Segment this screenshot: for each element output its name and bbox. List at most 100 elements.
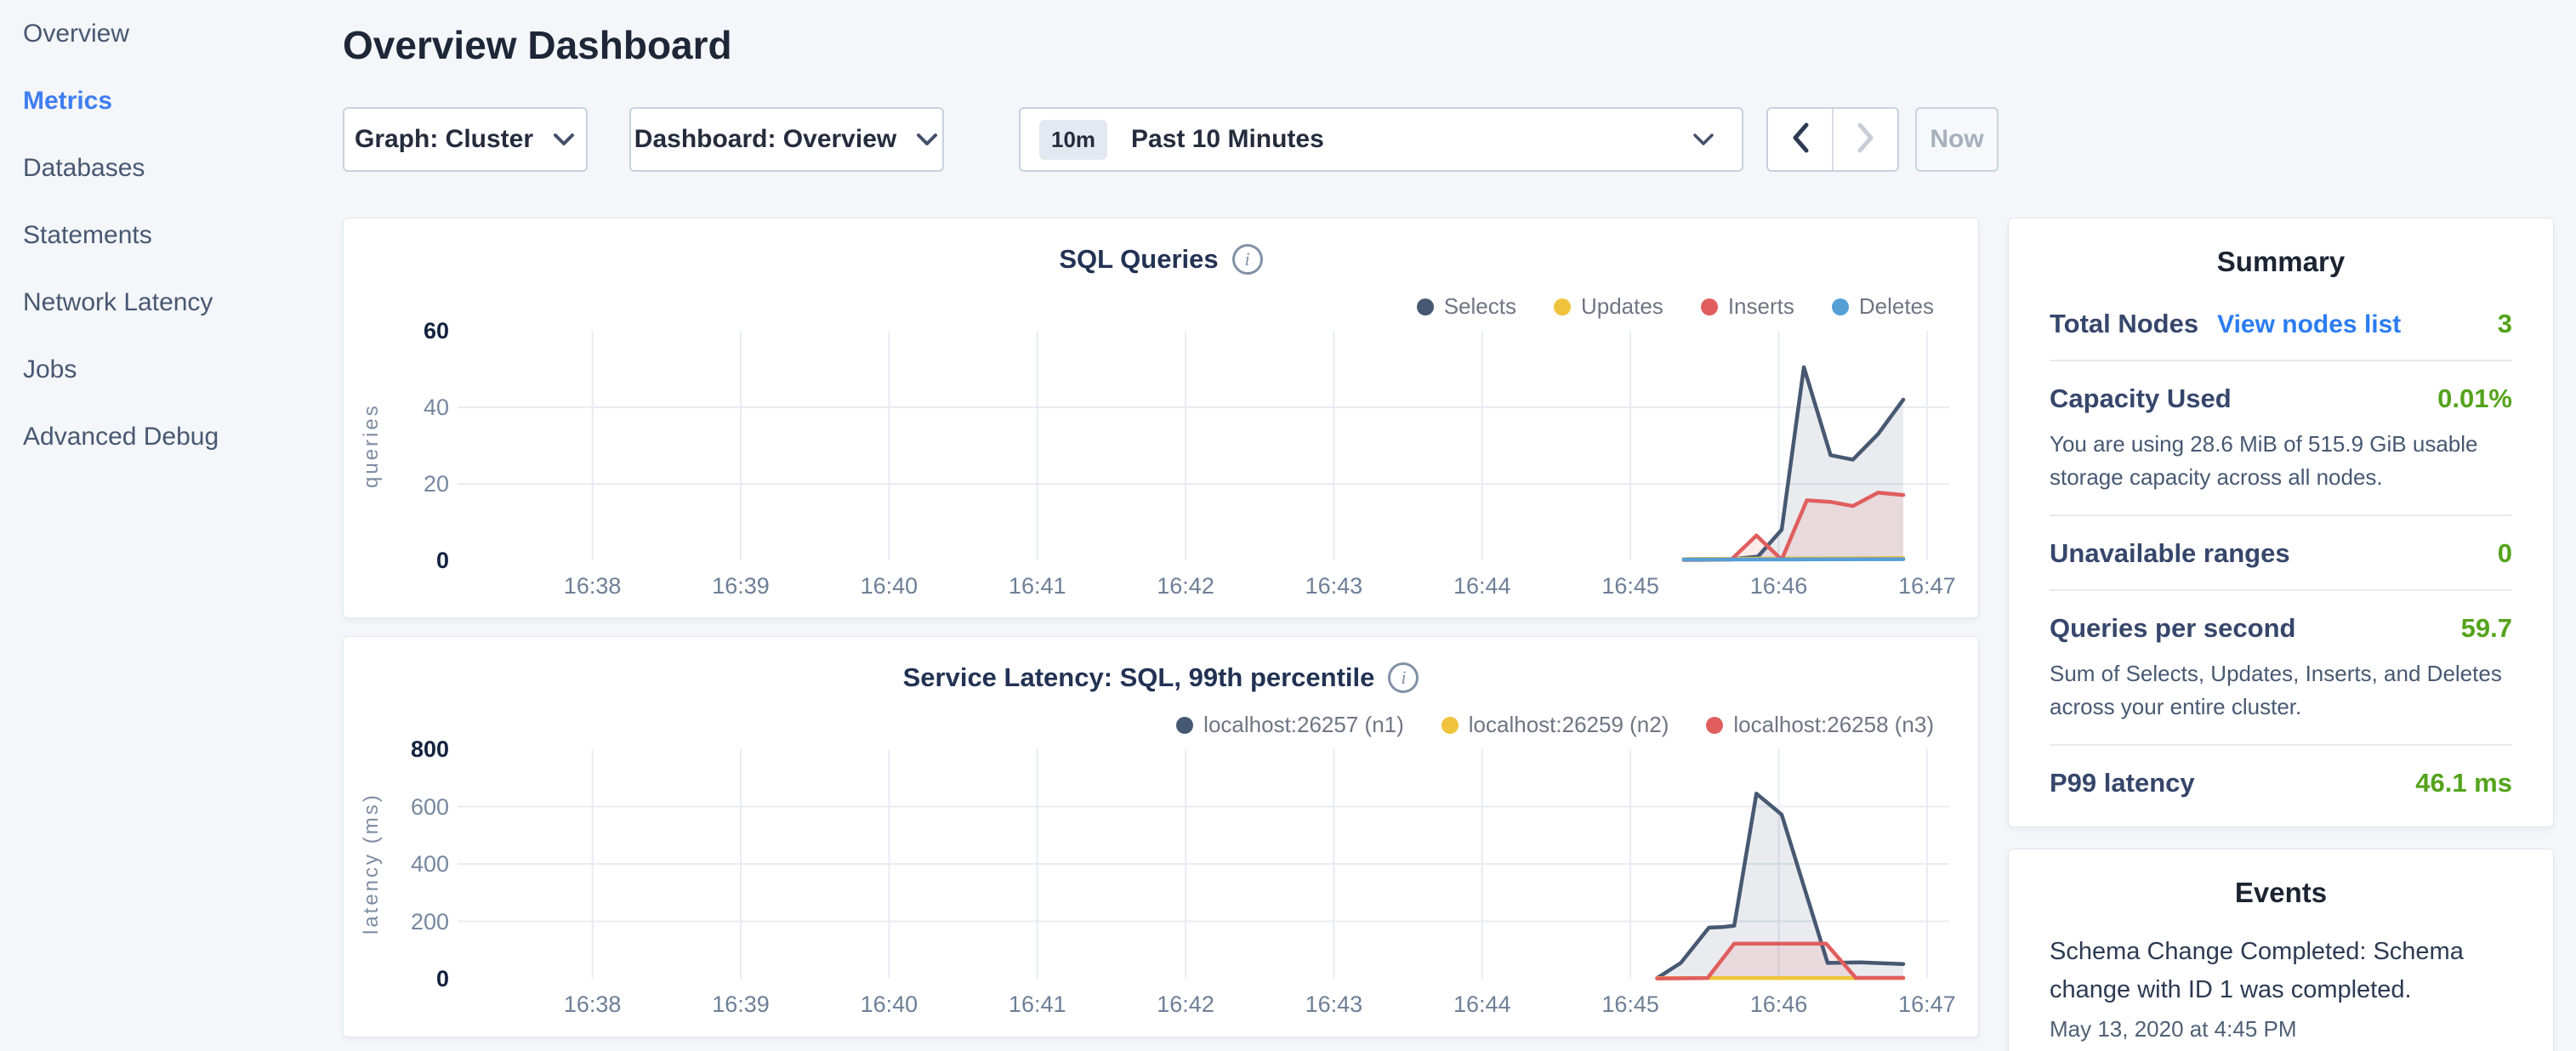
summary-row-value: 59.7 [2461,613,2512,644]
x-tick-label: 16:47 [1872,991,1982,1018]
legend-label: Updates [1581,293,1663,320]
summary-row-label: Total Nodes [2050,309,2198,339]
x-tick-label: 16:42 [1130,991,1241,1018]
now-button[interactable]: Now [1915,107,1999,172]
legend-item[interactable]: localhost:26258 (n3) [1706,712,1934,738]
summary-row: Unavailable ranges 0 [2050,516,2512,591]
legend-dot-icon [1701,298,1718,315]
y-tick-label: 60 [381,317,449,344]
x-tick-label: 16:39 [685,991,796,1018]
chart-legend: Selects Updates Inserts Deletes [1417,293,1934,320]
x-tick-label: 16:44 [1427,991,1538,1018]
y-tick-label: 400 [381,850,449,878]
prev-time-button[interactable] [1768,109,1832,170]
chevron-down-icon [552,132,576,147]
x-tick-label: 16:45 [1575,572,1686,599]
sidebar-item-advanced-debug[interactable]: Advanced Debug [0,403,323,470]
x-tick-label: 16:44 [1427,572,1538,599]
service-latency-plot[interactable] [458,749,1949,979]
info-icon[interactable]: i [1232,244,1263,275]
y-tick-label: 20 [381,470,449,497]
events-title: Events [2009,849,2553,909]
x-tick-label: 16:39 [685,572,796,599]
summary-row-label: Unavailable ranges [2050,538,2290,569]
service-latency-card: Service Latency: SQL, 99th percentile i … [343,636,1979,1037]
x-tick-label: 16:40 [833,572,944,599]
legend-item[interactable]: Updates [1554,293,1663,320]
x-tick-label: 16:47 [1872,572,1982,599]
x-tick-label: 16:43 [1278,572,1389,599]
next-time-button[interactable] [1832,109,1897,170]
sidebar-item-databases[interactable]: Databases [0,134,323,202]
view-nodes-list-link[interactable]: View nodes list [2217,310,2401,339]
y-axis-label: queries [357,331,386,560]
legend-item[interactable]: Inserts [1701,293,1794,320]
legend-label: localhost:26259 (n2) [1469,712,1669,738]
chevron-down-icon [1691,131,1716,148]
y-tick-label: 600 [381,793,449,821]
summary-row: Capacity Used 0.01% You are using 28.6 MiB… [2050,361,2512,516]
graph-scope-dropdown[interactable]: Graph: Cluster [343,107,588,172]
sidebar-item-metrics[interactable]: Metrics [0,67,323,134]
summary-row-label: Queries per second [2050,613,2295,644]
legend-label: localhost:26258 (n3) [1733,712,1934,738]
event-item: Schema Change Completed: Schema change w… [2050,933,2512,1042]
chevron-down-icon [915,132,939,147]
legend-dot-icon [1176,717,1193,734]
sidebar-item-jobs[interactable]: Jobs [0,336,323,403]
legend-item[interactable]: localhost:26257 (n1) [1176,712,1404,738]
summary-row-description: You are using 28.6 MiB of 515.9 GiB usab… [2050,428,2512,494]
summary-row: P99 latency46.1 ms [2050,746,2512,819]
x-tick-label: 16:45 [1575,991,1686,1018]
y-tick-label: 40 [381,394,449,421]
y-tick-label: 0 [381,965,449,992]
summary-row-label: Capacity Used [2050,383,2232,414]
legend-item[interactable]: Deletes [1832,293,1934,320]
legend-item[interactable]: localhost:26259 (n2) [1442,712,1669,738]
summary-rows: Total Nodes View nodes list 3 Capacity Used… [2009,278,2553,819]
x-tick-label: 16:38 [537,572,648,599]
sidebar-item-statements[interactable]: Statements [0,202,323,269]
x-tick-label: 16:40 [833,991,944,1018]
overview-dashboard-page: { "colors": { "accent_blue": "#3f7df2", … [0,0,2576,1051]
time-range-label: Past 10 Minutes [1131,125,1324,154]
sql-queries-plot[interactable] [458,331,1949,560]
legend-dot-icon [1706,717,1723,734]
y-tick-label: 800 [381,736,449,763]
events-list: Schema Change Completed: Schema change w… [2009,909,2553,1042]
events-panel: Events Schema Change Completed: Schema c… [2008,849,2554,1051]
legend-label: localhost:26257 (n1) [1203,712,1404,738]
summary-row-value: 0 [2498,538,2512,569]
dashboard-dropdown[interactable]: Dashboard: Overview [629,107,944,172]
time-range-dropdown[interactable]: 10m Past 10 Minutes [1019,107,1743,172]
summary-panel: Summary Total Nodes View nodes list 3 Capac… [2008,218,2554,827]
legend-dot-icon [1442,717,1459,734]
time-range-badge: 10m [1039,120,1107,160]
x-tick-label: 16:46 [1723,991,1834,1018]
summary-row-value: 3 [2498,309,2512,339]
x-tick-label: 16:41 [982,572,1093,599]
legend-label: Deletes [1859,293,1934,320]
info-icon[interactable]: i [1388,662,1419,693]
legend-item[interactable]: Selects [1417,293,1516,320]
summary-title: Summary [2009,219,2553,278]
summary-row: Total Nodes View nodes list 3 [2050,287,2512,361]
y-tick-label: 200 [381,908,449,935]
dashboard-label: Dashboard: Overview [634,125,896,154]
summary-row-description: Sum of Selects, Updates, Inserts, and De… [2050,657,2512,724]
sidebar-item-network-latency[interactable]: Network Latency [0,269,323,336]
summary-row-value: 0.01% [2437,383,2512,414]
legend-dot-icon [1554,298,1571,315]
x-tick-label: 16:38 [537,991,648,1018]
event-timestamp: May 13, 2020 at 4:45 PM [2050,1016,2512,1042]
chart-title: Service Latency: SQL, 99th percentile [903,662,1375,693]
graph-scope-label: Graph: Cluster [355,125,533,154]
event-message: Schema Change Completed: Schema change w… [2050,933,2466,1009]
sidebar-nav-list: OverviewMetricsDatabasesStatementsNetwor… [0,0,323,470]
sidebar-item-overview[interactable]: Overview [0,0,323,67]
summary-row-label: P99 latency [2050,768,2195,798]
legend-label: Inserts [1728,293,1794,320]
legend-label: Selects [1444,293,1516,320]
chevron-right-icon [1855,121,1877,159]
sql-queries-card: SQL Queries i SelectsUpdatesInsertsDelet… [343,218,1979,618]
